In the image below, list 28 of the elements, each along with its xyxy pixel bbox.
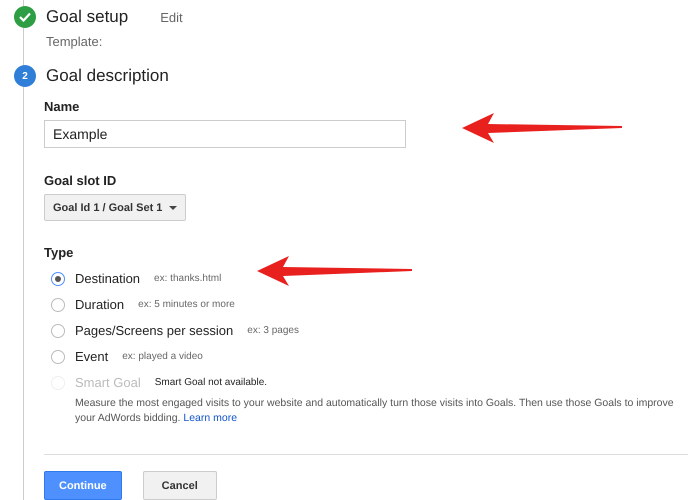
step-title: Goal setup (46, 7, 128, 27)
field-label: Name (44, 99, 80, 114)
smart-goal-description: Measure the most engaged visits to your website and automatically turn those visits into Goals. Then use those Goals to improve your AdWords bidding. Learn more (75, 396, 675, 426)
radio-button[interactable] (51, 272, 65, 286)
field-label: Goal slot ID (44, 173, 118, 188)
option-label: Event (75, 349, 108, 364)
goal-slot-dropdown[interactable]: Goal Id 1 / Goal Set 1 (44, 194, 186, 221)
step-number: 2 (14, 65, 36, 87)
option-hint: Smart Goal not available. (154, 377, 268, 388)
edit-link[interactable]: Edit (160, 10, 183, 24)
radio-button[interactable] (51, 298, 65, 312)
template-label: Template: (46, 34, 104, 49)
step-title: Goal description (46, 66, 169, 86)
field-label: Type (44, 245, 74, 260)
option-hint: ex: 5 minutes or more (138, 299, 235, 310)
option-label: Duration (75, 297, 124, 312)
caret-icon (169, 206, 178, 210)
option-hint: ex: 3 pages (247, 325, 299, 336)
option-hint: ex: played a video (122, 351, 203, 362)
option-hint: ex: thanks.html (154, 273, 222, 284)
option-label: Pages/Screens per session (75, 323, 234, 338)
radio-button[interactable] (51, 324, 65, 338)
option-label: Smart Goal (75, 375, 141, 390)
learn-more-link[interactable]: Learn more (183, 412, 238, 424)
cancel-button[interactable]: Cancel (142, 471, 217, 500)
option-label: Destination (75, 271, 140, 286)
radio-button[interactable] (51, 350, 65, 364)
name-field[interactable]: Example (44, 120, 406, 148)
